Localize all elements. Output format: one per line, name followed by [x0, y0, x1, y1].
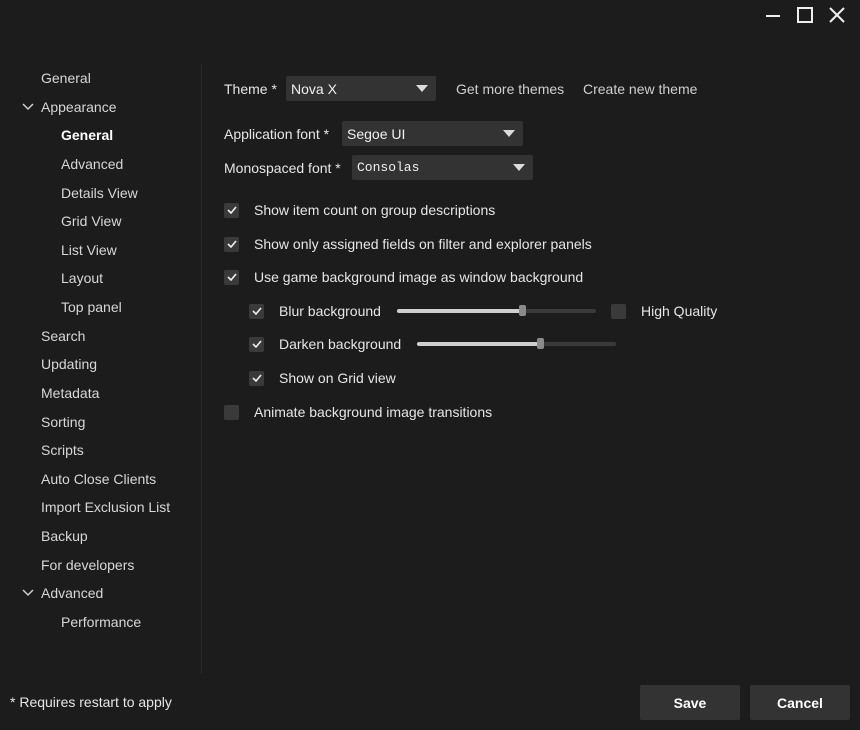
- darken-checkbox[interactable]: [249, 336, 264, 352]
- item-count-checkbox[interactable]: [224, 202, 239, 218]
- blur-slider-thumb[interactable]: [519, 305, 526, 316]
- blur-label: Blur background: [279, 303, 381, 319]
- sidebar-item-list-view[interactable]: List View: [61, 239, 117, 261]
- checkmark-icon: [251, 340, 262, 348]
- theme-value: Nova X: [291, 80, 337, 97]
- sidebar-item-general[interactable]: General: [41, 67, 91, 89]
- sidebar-item-layout[interactable]: Layout: [61, 267, 103, 289]
- close-button[interactable]: [824, 4, 850, 26]
- checkmark-icon: [226, 240, 237, 248]
- maximize-icon: [797, 7, 813, 23]
- darken-slider-fill: [417, 342, 540, 346]
- assigned-fields-label: Show only assigned fields on filter and …: [254, 236, 592, 252]
- restart-note: * Requires restart to apply: [10, 694, 172, 710]
- animate-label: Animate background image transitions: [254, 404, 493, 420]
- sidebar-item-appearance[interactable]: Appearance: [41, 96, 117, 118]
- animate-checkbox[interactable]: [224, 404, 239, 420]
- create-new-theme-link[interactable]: Create new theme: [583, 81, 697, 97]
- save-button[interactable]: Save: [640, 685, 740, 720]
- game-bg-checkbox[interactable]: [224, 269, 239, 285]
- blur-slider[interactable]: [397, 305, 596, 316]
- blur-checkbox[interactable]: [249, 303, 264, 319]
- sidebar-item-sorting[interactable]: Sorting: [41, 411, 85, 433]
- chevron-down-icon[interactable]: [22, 582, 34, 604]
- sidebar-item-appearance-general[interactable]: General: [61, 124, 113, 146]
- app-font-value: Segoe UI: [347, 125, 406, 142]
- dropdown-arrow-icon: [513, 164, 525, 171]
- window-controls: [760, 4, 850, 26]
- mono-font-select[interactable]: Consolas: [352, 155, 533, 180]
- sidebar-item-details-view[interactable]: Details View: [61, 182, 138, 204]
- sidebar-item-advanced[interactable]: Advanced: [41, 582, 103, 604]
- get-more-themes-link[interactable]: Get more themes: [456, 81, 564, 97]
- cancel-button[interactable]: Cancel: [750, 685, 850, 720]
- sidebar-item-metadata[interactable]: Metadata: [41, 382, 99, 404]
- dropdown-arrow-icon: [416, 85, 428, 92]
- sidebar-item-for-developers[interactable]: For developers: [41, 554, 134, 576]
- checkmark-icon: [251, 307, 262, 315]
- darken-slider[interactable]: [417, 338, 616, 349]
- high-quality-option[interactable]: High Quality: [611, 301, 717, 321]
- blur-option[interactable]: Blur background: [249, 301, 381, 321]
- game-bg-option[interactable]: Use game background image as window back…: [224, 267, 583, 287]
- item-count-label: Show item count on group descriptions: [254, 202, 496, 218]
- chevron-down-icon[interactable]: [22, 96, 34, 118]
- grid-view-label: Show on Grid view: [279, 370, 396, 386]
- app-font-select[interactable]: Segoe UI: [342, 121, 523, 146]
- checkmark-icon: [251, 374, 262, 382]
- darken-option[interactable]: Darken background: [249, 334, 401, 354]
- mono-font-label: Monospaced font *: [224, 160, 341, 176]
- high-quality-label: High Quality: [641, 303, 718, 319]
- minimize-icon: [766, 15, 780, 17]
- sidebar-item-performance[interactable]: Performance: [61, 611, 141, 633]
- sidebar-item-import-exclusion-list[interactable]: Import Exclusion List: [41, 496, 170, 518]
- item-count-option[interactable]: Show item count on group descriptions: [224, 200, 495, 220]
- sidebar-item-top-panel[interactable]: Top panel: [61, 296, 122, 318]
- sidebar-item-auto-close-clients[interactable]: Auto Close Clients: [41, 468, 156, 490]
- theme-label: Theme *: [224, 81, 277, 97]
- checkmark-icon: [226, 273, 237, 281]
- high-quality-checkbox[interactable]: [611, 303, 626, 319]
- maximize-button[interactable]: [792, 4, 818, 26]
- game-bg-label: Use game background image as window back…: [254, 269, 584, 285]
- darken-label: Darken background: [279, 336, 402, 352]
- app-font-label: Application font *: [224, 126, 330, 142]
- close-icon: [829, 7, 845, 23]
- dropdown-arrow-icon: [503, 130, 515, 137]
- minimize-button[interactable]: [760, 4, 786, 26]
- theme-select[interactable]: Nova X: [286, 76, 436, 101]
- sidebar-item-scripts[interactable]: Scripts: [41, 439, 84, 461]
- mono-font-value: Consolas: [357, 160, 420, 175]
- grid-view-checkbox[interactable]: [249, 370, 264, 386]
- sidebar-item-grid-view[interactable]: Grid View: [61, 210, 121, 232]
- darken-slider-thumb[interactable]: [537, 338, 544, 349]
- blur-slider-fill: [397, 309, 522, 313]
- animate-option[interactable]: Animate background image transitions: [224, 402, 492, 422]
- assigned-fields-option[interactable]: Show only assigned fields on filter and …: [224, 234, 592, 254]
- grid-view-option[interactable]: Show on Grid view: [249, 368, 396, 388]
- sidebar-item-search[interactable]: Search: [41, 325, 85, 347]
- sidebar-item-appearance-advanced[interactable]: Advanced: [61, 153, 123, 175]
- settings-sidebar: General Appearance General Advanced Deta…: [0, 64, 202, 674]
- assigned-fields-checkbox[interactable]: [224, 236, 239, 252]
- sidebar-item-updating[interactable]: Updating: [41, 353, 97, 375]
- checkmark-icon: [226, 206, 237, 214]
- sidebar-item-backup[interactable]: Backup: [41, 525, 88, 547]
